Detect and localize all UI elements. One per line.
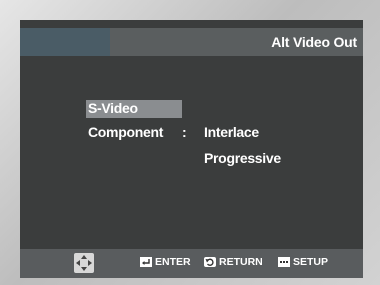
footer-setup: SETUP [278, 256, 328, 268]
header-dark-block [20, 28, 110, 56]
footer-bar: ENTER RETURN SETUP [20, 249, 363, 278]
footer-return: RETURN [204, 256, 263, 268]
setup-label: SETUP [293, 256, 329, 268]
return-label: RETURN [219, 256, 263, 268]
return-icon [204, 257, 216, 267]
osd-screen: Alt Video Out S-Video Component : Interl… [20, 20, 363, 278]
option-separator: : [182, 124, 187, 140]
page-title: Alt Video Out [271, 34, 357, 50]
footer-enter: ENTER [140, 256, 191, 268]
menu-item-s-video[interactable]: S-Video [88, 100, 138, 116]
option-interlace[interactable]: Interlace [204, 124, 259, 140]
header-bar: Alt Video Out [20, 28, 363, 56]
enter-icon [140, 257, 152, 267]
option-progressive[interactable]: Progressive [204, 150, 281, 166]
navigation-pad-icon [74, 253, 94, 273]
enter-label: ENTER [155, 256, 191, 268]
setup-icon [278, 257, 290, 267]
menu-item-component[interactable]: Component [88, 124, 163, 140]
